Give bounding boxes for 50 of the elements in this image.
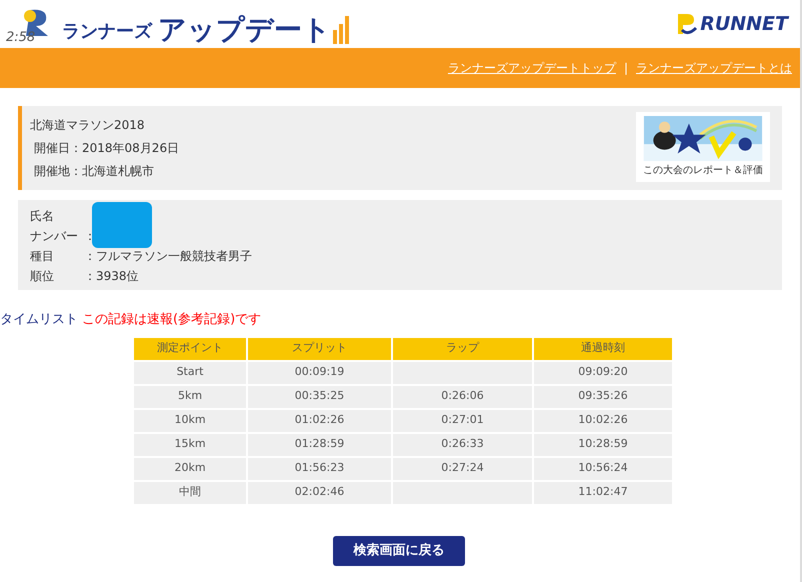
table-cell: 10:28:59 [534,434,672,456]
table-cell: 中間 [134,482,246,504]
runner-field-label: ナンバー [30,228,79,245]
table-cell: Start [134,362,246,384]
table-cell: 10km [134,410,246,432]
table-cell: 5km [134,386,246,408]
runner-field-value: ： [84,228,96,245]
preliminary-notice: この記録は速報(参考記録)です [82,311,262,329]
table-cell: 0:26:33 [393,434,532,456]
column-header: 通過時刻 [534,338,672,360]
runner-field-label: 種目 [30,248,55,265]
table-cell: 11:02:47 [534,482,672,504]
nav-separator: | [624,60,628,77]
report-banner[interactable]: この大会のレポート＆評価 [636,112,770,182]
column-header: スプリット [248,338,391,360]
race-field-value: 2018年08月26日 [82,140,180,157]
table-cell: 15km [134,434,246,456]
table-cell: 02:02:46 [248,482,391,504]
table-cell: 10:02:26 [534,410,672,432]
race-field-value: 北海道札幌市 [82,163,154,180]
bars-icon [333,16,349,44]
table-cell: 00:09:19 [248,362,391,384]
logo-time: 2:58 [6,31,36,44]
race-name: 北海道マラソン2018 [30,117,146,134]
table-cell: 01:56:23 [248,458,391,480]
runnet-logo-text: RUNNET [700,14,788,34]
runner-field-value: ：3938位 [84,268,139,285]
table-cell: 00:35:25 [248,386,391,408]
timelist-title: タイムリスト [0,311,78,329]
back-button[interactable]: 検索画面に戻る [333,536,465,566]
banner-caption: この大会のレポート＆評価 [643,164,763,178]
table-cell: 01:02:26 [248,410,391,432]
runner-field-value: ：フルマラソン一般競技者男子 [84,248,252,265]
runner-field-label: 氏名 [30,208,55,225]
table-cell: 10:56:24 [534,458,672,480]
table-cell: 20km [134,458,246,480]
race-field-label: 開催日： [34,140,82,157]
logo-small-text: ランナーズ [62,23,152,41]
runner-field-label: 順位 [30,268,55,285]
table-cell: 01:28:59 [248,434,391,456]
race-field-label: 開催地： [34,163,82,180]
column-header: ラップ [393,338,532,360]
table-cell: 09:35:26 [534,386,672,408]
table-cell: 0:26:06 [393,386,532,408]
r-smile-icon [676,12,698,36]
table-cell: 0:27:24 [393,458,532,480]
column-header: 測定ポイント [134,338,246,360]
logo-large-text: アップデート [158,16,331,44]
table-cell: 09:09:20 [534,362,672,384]
table-cell: 0:27:01 [393,410,532,432]
